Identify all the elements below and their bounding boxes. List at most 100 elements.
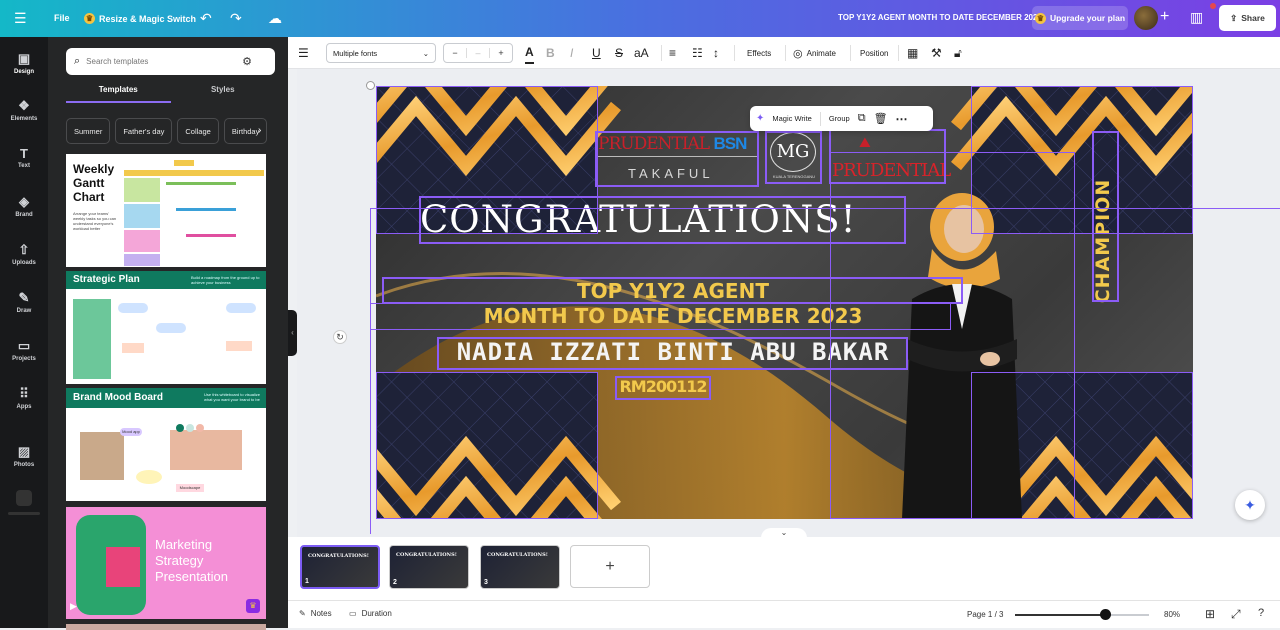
- chip-collage[interactable]: Collage: [177, 118, 219, 144]
- transparency-icon[interactable]: ▦: [907, 37, 918, 69]
- bottom-bar: ✎ Notes ▭ Duration Page 1 / 3 80% ⊞ ⤢ ?: [288, 600, 1280, 628]
- page-indicator[interactable]: Page 1 / 3: [967, 610, 1003, 619]
- search-icon: ⌕: [74, 55, 81, 67]
- chip-summer[interactable]: Summer: [66, 118, 111, 144]
- hamburger-icon[interactable]: ☰: [298, 37, 309, 69]
- template-card-next[interactable]: [66, 624, 266, 630]
- template-card-strategic-plan[interactable]: Strategic Plan Build a roadmap from the …: [66, 271, 266, 384]
- rail-brand[interactable]: ◈ Brand: [0, 194, 48, 218]
- template-card-mood-board[interactable]: Brand Mood Board Use this whiteboard to …: [66, 388, 266, 501]
- document-title[interactable]: TOP Y1Y2 AGENT MONTH TO DATE DECEMBER 20…: [838, 13, 1042, 22]
- projects-icon: ▭: [17, 338, 31, 353]
- rail-photos[interactable]: ▨ Photos: [0, 444, 48, 468]
- rail-divider: [8, 512, 40, 515]
- effects-button[interactable]: Effects: [747, 37, 771, 69]
- lock-icon[interactable]: 🔓︎: [954, 37, 962, 69]
- selection-frame: [1092, 131, 1119, 302]
- design-icon: ▣: [17, 51, 31, 66]
- increase-size-button[interactable]: +: [490, 48, 512, 58]
- rail-projects[interactable]: ▭ Projects: [0, 338, 48, 362]
- crown-icon: ♛: [1034, 12, 1046, 24]
- help-icon[interactable]: ?: [1258, 607, 1264, 619]
- list-icon[interactable]: ☷: [692, 37, 703, 69]
- position-button[interactable]: Position: [860, 37, 888, 69]
- photos-icon: ▨: [17, 444, 31, 459]
- redo-icon[interactable]: ↷: [230, 10, 242, 26]
- add-page-button[interactable]: +: [570, 545, 650, 588]
- selection-frame: [419, 196, 906, 244]
- rail-uploads[interactable]: ⇧ Uploads: [0, 242, 48, 266]
- page-thumbnail[interactable]: CONGRATULATIONS! 2: [389, 545, 469, 589]
- notes-button[interactable]: ✎ Notes: [299, 609, 332, 618]
- template-card-marketing[interactable]: Marketing Strategy Presentation ▶ ♛: [66, 507, 266, 619]
- template-graphic: [136, 470, 162, 484]
- bold-icon[interactable]: B: [546, 37, 555, 69]
- trash-icon[interactable]: 🗑︎: [874, 112, 888, 125]
- insights-icon[interactable]: ▥: [1190, 9, 1203, 25]
- font-size-stepper[interactable]: − – +: [443, 43, 513, 63]
- add-collaborator-icon[interactable]: +: [1160, 9, 1169, 25]
- underline-icon[interactable]: U: [592, 37, 601, 69]
- rail-text[interactable]: T Text: [0, 146, 48, 169]
- crown-icon: ♛: [246, 599, 260, 613]
- cloud-save-icon[interactable]: ☁: [268, 10, 282, 26]
- tab-styles[interactable]: Styles: [171, 85, 276, 103]
- menu-icon[interactable]: ☰: [14, 10, 27, 26]
- italic-icon[interactable]: I: [570, 37, 573, 69]
- font-selector[interactable]: Multiple fonts ⌄: [326, 43, 436, 63]
- search-input[interactable]: [86, 57, 237, 66]
- rail-elements[interactable]: ❖ Elements: [0, 98, 48, 122]
- template-graphic: [80, 432, 124, 480]
- template-graphic: [186, 234, 236, 237]
- rotate-icon[interactable]: ↻: [333, 330, 347, 344]
- draw-icon: ✎: [18, 290, 30, 305]
- fullscreen-icon[interactable]: ⤢: [1231, 607, 1241, 622]
- duration-button[interactable]: ▭ Duration: [349, 609, 392, 618]
- page-thumbnail[interactable]: CONGRATULATIONS! 1: [300, 545, 380, 589]
- undo-icon[interactable]: ↶: [200, 10, 212, 26]
- strikethrough-icon[interactable]: S: [615, 37, 623, 69]
- divider: [819, 111, 821, 126]
- share-button[interactable]: ⇪ Share: [1219, 5, 1276, 31]
- search-box[interactable]: ⌕ ⚙: [66, 48, 275, 75]
- template-graphic: [174, 160, 194, 166]
- tab-templates[interactable]: Templates: [66, 85, 171, 103]
- chevron-right-icon[interactable]: ›: [258, 125, 261, 136]
- rail-more[interactable]: [16, 490, 32, 506]
- filter-icon[interactable]: ⚙: [242, 55, 252, 68]
- paint-format-icon[interactable]: ⚒: [931, 37, 942, 69]
- case-icon[interactable]: aA: [634, 37, 649, 69]
- template-desc: Build a roadmap from the ground up to ac…: [191, 275, 260, 285]
- divider: [785, 45, 786, 61]
- spacing-icon[interactable]: ↕: [713, 37, 719, 69]
- animate-button[interactable]: ◎ Animate: [793, 37, 836, 69]
- upgrade-plan-button[interactable]: ♛ Upgrade your plan: [1032, 6, 1128, 30]
- grid-view-icon[interactable]: ⊞: [1205, 607, 1215, 621]
- resize-handle[interactable]: [366, 81, 375, 90]
- rail-apps[interactable]: ⠿ Apps: [0, 386, 48, 410]
- rail-draw[interactable]: ✎ Draw: [0, 290, 48, 314]
- align-center-icon[interactable]: ≡: [669, 37, 676, 69]
- uploads-icon: ⇧: [18, 242, 30, 257]
- selection-frame: [382, 277, 963, 304]
- magic-assistant-button[interactable]: ✦: [1235, 490, 1265, 520]
- play-icon[interactable]: ▶: [70, 601, 82, 613]
- template-card-gantt[interactable]: Weekly Gantt Chart Arrange your teams' w…: [66, 154, 266, 267]
- zoom-level[interactable]: 80%: [1164, 610, 1180, 619]
- file-menu[interactable]: File: [54, 13, 70, 23]
- collapse-panel-handle[interactable]: ‹: [288, 310, 297, 356]
- text-color-icon[interactable]: A: [525, 42, 534, 64]
- more-options-icon[interactable]: ⋯: [896, 112, 908, 126]
- font-size-input[interactable]: –: [466, 48, 490, 58]
- avatar[interactable]: [1134, 6, 1158, 30]
- editor-toolbar: ☰ Multiple fonts ⌄ − – + A B I U S aA ≡ ☷…: [288, 37, 1280, 69]
- page-thumbnail[interactable]: CONGRATULATIONS! 3: [480, 545, 560, 589]
- group-button[interactable]: Group: [829, 114, 850, 123]
- duplicate-icon[interactable]: ⧉: [858, 112, 866, 125]
- chip-fathers-day[interactable]: Father's day: [115, 118, 173, 144]
- decrease-size-button[interactable]: −: [444, 48, 466, 58]
- magic-write-button[interactable]: Magic Write: [772, 114, 811, 123]
- resize-magic-switch-button[interactable]: ♛ Resize & Magic Switch: [84, 13, 196, 24]
- zoom-slider-handle[interactable]: [1099, 609, 1111, 620]
- rail-design[interactable]: ▣ Design: [0, 51, 48, 75]
